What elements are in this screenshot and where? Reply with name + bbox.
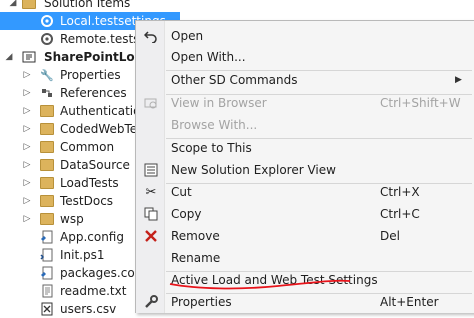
testsettings-icon <box>40 32 54 46</box>
menu-item-open-with[interactable]: Open With... <box>137 46 474 68</box>
menu-item-label: Properties <box>171 295 232 309</box>
submenu-arrow-icon: ▶ <box>455 75 462 85</box>
menu-item-label: Cut <box>171 185 192 199</box>
menu-item-properties[interactable]: Properties Alt+Enter <box>137 291 474 313</box>
menu-item-label: Rename <box>171 251 221 265</box>
folder-icon <box>40 104 54 118</box>
scissors-icon: ✂ <box>145 184 157 200</box>
tree-item-label: Properties <box>60 68 121 82</box>
expand-arrow-icon[interactable]: ▷ <box>22 160 32 170</box>
testsettings-icon <box>40 14 54 28</box>
menu-item-label: Scope to This <box>171 141 252 155</box>
tree-item-label: Solution Items <box>44 0 131 10</box>
tree-item-label: TestDocs <box>60 194 114 208</box>
menu-item-browse-with[interactable]: Browse With... <box>137 114 474 136</box>
references-icon <box>40 86 54 100</box>
folder-icon <box>40 140 54 154</box>
context-menu: Open Open With... Other SD Commands ▶ Vi… <box>135 20 474 313</box>
menu-item-shortcut: Ctrl+Shift+W <box>380 96 461 110</box>
folder-icon <box>22 0 36 10</box>
menu-item-label: Remove <box>171 229 220 243</box>
tree-item-label: wsp <box>60 212 84 226</box>
copy-icon <box>143 206 159 222</box>
tree-item-label: users.csv <box>60 302 117 316</box>
tree-item-label: References <box>60 86 127 100</box>
menu-item-label: New Solution Explorer View <box>171 163 336 177</box>
config-file-icon <box>40 230 54 244</box>
expand-arrow-icon[interactable]: ▷ <box>22 70 32 80</box>
menu-item-label: Copy <box>171 207 202 221</box>
menu-item-scope-to-this[interactable]: Scope to This <box>137 137 474 159</box>
tree-item-label: readme.txt <box>60 284 127 298</box>
folder-icon <box>40 176 54 190</box>
menu-item-shortcut: Alt+Enter <box>380 295 439 309</box>
excel-file-icon <box>40 302 54 316</box>
menu-item-shortcut: Ctrl+X <box>380 185 420 199</box>
project-icon <box>22 50 36 64</box>
menu-item-label: View in Browser <box>171 96 267 110</box>
menu-item-new-solution-explorer-view[interactable]: New Solution Explorer View <box>137 159 474 181</box>
expand-arrow-icon[interactable]: ▷ <box>22 106 32 116</box>
browser-icon <box>143 95 159 111</box>
menu-item-label: Open With... <box>171 50 246 64</box>
tree-item-label: App.config <box>60 230 124 244</box>
menu-item-cut[interactable]: ✂ Cut Ctrl+X <box>137 181 474 203</box>
menu-item-label: Open <box>171 29 204 43</box>
wrench-icon <box>143 294 159 310</box>
expand-arrow-icon[interactable]: ▷ <box>22 124 32 134</box>
tree-item-label: Common <box>60 140 115 154</box>
expand-arrow-icon[interactable]: ▷ <box>22 178 32 188</box>
folder-icon <box>40 122 54 136</box>
tree-item-label: LoadTests <box>60 176 119 190</box>
menu-item-shortcut: Ctrl+C <box>380 207 420 221</box>
folder-icon <box>40 194 54 208</box>
menu-item-label: Browse With... <box>171 118 258 132</box>
expand-arrow-icon[interactable]: ▷ <box>22 88 32 98</box>
expand-arrow-icon[interactable]: ▷ <box>22 142 32 152</box>
text-file-icon <box>40 284 54 298</box>
red-underline-annotation <box>169 279 351 290</box>
menu-item-other-sd-commands[interactable]: Other SD Commands ▶ <box>137 69 474 91</box>
wrench-icon: 🔧 <box>40 68 54 82</box>
menu-item-copy[interactable]: Copy Ctrl+C <box>137 203 474 225</box>
menu-item-remove[interactable]: Remove Del <box>137 225 474 247</box>
collapse-arrow-icon[interactable]: ◢ <box>8 0 18 8</box>
expand-arrow-icon[interactable]: ▷ <box>22 214 32 224</box>
tree-item-label: Init.ps1 <box>60 248 105 262</box>
tree-item-label: DataSource <box>60 158 130 172</box>
red-x-icon <box>143 228 159 244</box>
expand-arrow-icon[interactable]: ▷ <box>22 196 32 206</box>
powershell-file-icon <box>40 248 54 262</box>
undo-arrow-icon <box>143 28 159 44</box>
tree-item-solution-items[interactable]: ◢ Solution Items <box>0 0 240 12</box>
menu-item-label: Other SD Commands <box>171 73 298 87</box>
menu-item-shortcut: Del <box>380 229 400 243</box>
menu-item-rename[interactable]: Rename <box>137 247 474 269</box>
menu-item-open[interactable]: Open <box>137 25 474 47</box>
menu-item-view-in-browser[interactable]: View in Browser Ctrl+Shift+W <box>137 92 474 114</box>
config-file-icon <box>40 266 54 280</box>
solution-explorer-icon <box>143 162 159 178</box>
collapse-arrow-icon[interactable]: ◢ <box>4 52 14 62</box>
folder-icon <box>40 212 54 226</box>
folder-icon <box>40 158 54 172</box>
